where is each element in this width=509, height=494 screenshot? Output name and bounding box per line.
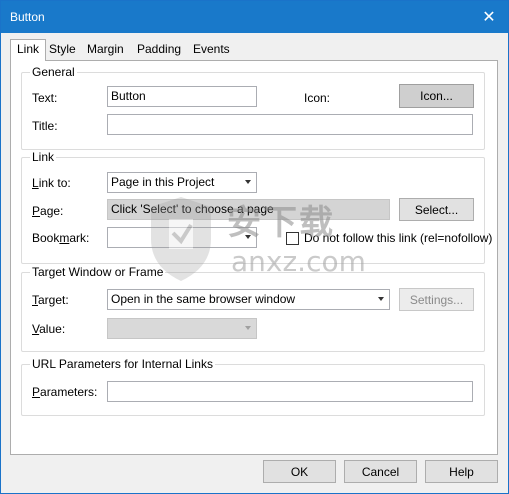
value-label: Value: [32,322,66,336]
tab-margin[interactable]: Margin [81,41,130,60]
help-button[interactable]: Help [425,460,498,483]
chevron-down-icon [378,297,384,301]
target-value: Open in the same browser window [111,292,296,306]
tab-style[interactable]: Style [43,41,82,60]
link-to-label: Link to: [32,176,71,190]
chevron-down-icon [245,180,251,184]
chevron-down-icon [245,326,251,330]
text-label: Text: [32,91,58,105]
window-title: Button [10,10,45,24]
text-input[interactable]: Button [107,86,257,107]
tab-link[interactable]: Link [10,39,47,61]
chevron-down-icon [245,235,251,239]
general-group-title: General [30,65,77,79]
link-group-title: Link [30,150,57,164]
parameters-label: Parameters: [32,385,98,399]
icon-button[interactable]: Icon... [399,84,474,108]
target-dropdown[interactable]: Open in the same browser window [107,289,390,310]
target-label: Target: [32,293,69,307]
value-dropdown [107,318,257,339]
tab-bar: Link Style Margin Padding Events [10,39,498,61]
dialog-window: Button ✕ Link Style Margin Padding Event… [0,0,509,494]
title-bar: Button ✕ [1,1,508,33]
url-params-group-title: URL Parameters for Internal Links [30,357,215,371]
link-group: Link Link to: Page in this Project Page:… [21,150,492,264]
tab-padding[interactable]: Padding [131,41,187,60]
title-label: Title: [32,119,58,133]
general-group: General Text: Button Icon: Icon... Title… [21,65,485,150]
link-tab-panel: General Text: Button Icon: Icon... Title… [10,60,498,455]
bookmark-dropdown[interactable] [107,227,257,248]
bookmark-label: Bookmark: [32,231,90,245]
target-group: Target Window or Frame Target: Open in t… [21,265,485,352]
nofollow-checkbox[interactable] [286,232,299,245]
select-page-button[interactable]: Select... [399,198,474,221]
parameters-input[interactable] [107,381,473,402]
page-field: Click 'Select' to choose a page [107,199,390,220]
target-group-title: Target Window or Frame [30,265,166,279]
ok-button[interactable]: OK [263,460,336,483]
settings-button[interactable]: Settings... [399,288,474,311]
link-to-value: Page in this Project [111,175,215,189]
icon-label: Icon: [304,91,331,105]
cancel-button[interactable]: Cancel [344,460,417,483]
close-icon[interactable]: ✕ [470,1,508,33]
title-input[interactable] [107,114,473,135]
nofollow-label[interactable]: Do not follow this link (rel=nofollow) [304,231,492,245]
page-label: Page: [32,204,64,218]
link-to-dropdown[interactable]: Page in this Project [107,172,257,193]
tab-events[interactable]: Events [187,41,236,60]
url-params-group: URL Parameters for Internal Links Parame… [21,357,485,416]
